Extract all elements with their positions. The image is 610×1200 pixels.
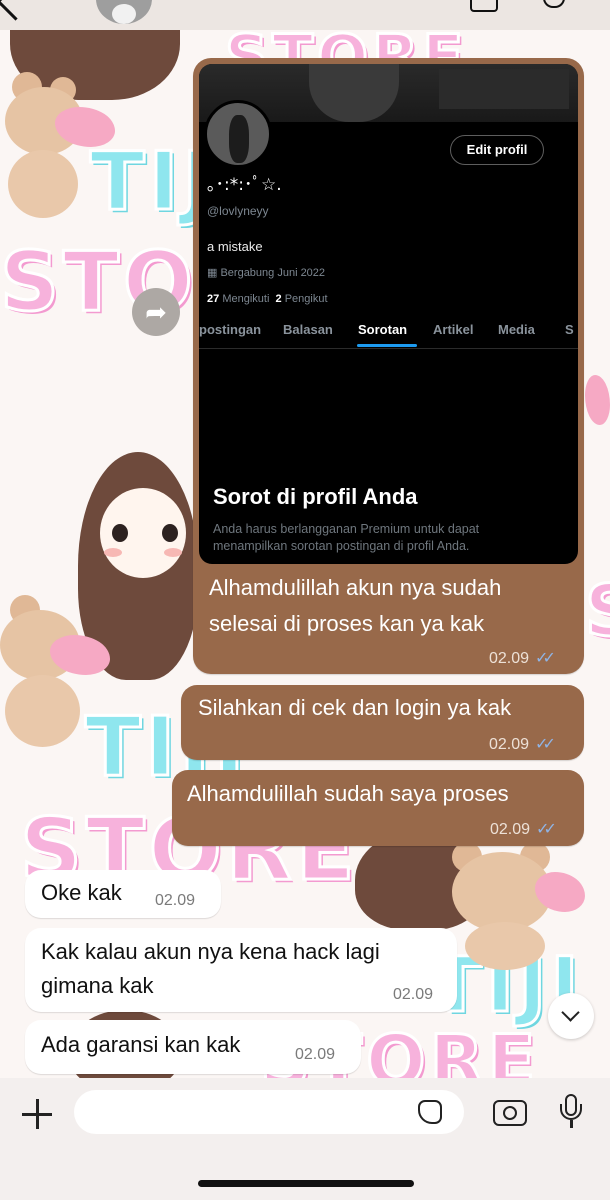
message-meta: 02.09 ✓✓ [490, 819, 557, 839]
read-receipt-icon: ✓✓ [535, 650, 556, 667]
tab-articles: Artikel [433, 322, 474, 337]
wallpaper-watermark-fragment: S [583, 569, 610, 654]
chat-header [0, 0, 610, 30]
message-time: 02.09 [155, 892, 196, 909]
tab-posts: postingan [199, 322, 262, 337]
contact-avatar[interactable] [96, 0, 152, 24]
message-text: Ada garansi kan kak [41, 1032, 241, 1057]
message-text: Silahkan di cek dan login ya kak [198, 695, 512, 720]
message-text: Kak kalau akun nya kena hack lagi gimana… [41, 939, 380, 998]
home-indicator [198, 1180, 414, 1187]
followers-label: Pengikut [284, 293, 328, 305]
active-tab-indicator [357, 344, 417, 347]
tab-media: Media [498, 322, 535, 337]
wallpaper-teddy-bear [0, 595, 110, 755]
image-caption: Alhamdulillah akun nya sudah selesai di … [209, 575, 502, 636]
profile-avatar [204, 100, 272, 168]
message-text: Alhamdulillah sudah saya proses [187, 781, 509, 806]
highlight-title: Sorot di profil Anda [213, 484, 418, 509]
plus-icon[interactable] [20, 1097, 54, 1131]
message-composer [0, 1078, 610, 1200]
wallpaper-character-blush [104, 548, 122, 557]
tab-more: S [565, 322, 574, 337]
message-text: Oke kak [41, 880, 122, 905]
profile-display-name: ｡･:*:･ﾟ☆. [207, 175, 282, 195]
profile-tabs: postingan Balasan Sorotan Artikel Media … [199, 316, 578, 349]
edit-profile-button: Edit profil [450, 135, 544, 165]
wallpaper-teddy-bear [585, 365, 610, 475]
message-time: 02.09 [490, 821, 531, 838]
message-time: 02.09 [393, 986, 434, 1003]
profile-bio: a mistake [207, 239, 263, 254]
back-icon[interactable] [0, 0, 35, 21]
camera-icon[interactable] [493, 1100, 527, 1126]
following-count: 27 [207, 293, 220, 305]
image-message-bubble[interactable]: Edit profil ｡･:*:･ﾟ☆. @lovlyneyy a mista… [193, 58, 584, 674]
message-input[interactable] [74, 1090, 464, 1134]
message-meta: 02.09 ✓✓ [489, 734, 556, 754]
following-label: Mengikuti [222, 293, 270, 305]
wallpaper-teddy-bear [0, 72, 115, 222]
profile-follow-stats: 27 Mengikuti 2 Pengikut [207, 293, 328, 305]
tab-replies: Balasan [283, 322, 333, 337]
incoming-message[interactable]: Kak kalau akun nya kena hack lagi gimana… [25, 928, 457, 1012]
microphone-icon[interactable] [560, 1094, 584, 1132]
joined-text: Bergabung Juni 2022 [220, 267, 326, 279]
wallpaper-teddy-bear [450, 842, 590, 972]
message-time: 02.09 [489, 650, 530, 667]
read-receipt-icon: ✓✓ [536, 821, 557, 838]
read-receipt-icon: ✓✓ [535, 736, 556, 753]
followers-count: 2 [275, 293, 282, 305]
profile-screenshot-image[interactable]: Edit profil ｡･:*:･ﾟ☆. @lovlyneyy a mista… [199, 64, 578, 564]
wallpaper-character-eye [112, 524, 128, 542]
wallpaper-character-blush [164, 548, 182, 557]
tab-highlights: Sorotan [358, 322, 408, 337]
video-call-icon[interactable] [470, 0, 498, 12]
incoming-message[interactable]: Ada garansi kan kak 02.09 [25, 1020, 361, 1074]
voice-call-icon[interactable] [543, 0, 565, 8]
calendar-icon: ▦ [207, 267, 221, 279]
wallpaper-character-eye [162, 524, 178, 542]
highlight-subtitle: Anda harus berlangganan Premium untuk da… [213, 522, 480, 553]
outgoing-message[interactable]: Silahkan di cek dan login ya kak 02.09 ✓✓ [181, 685, 584, 760]
message-meta: 02.09 ✓✓ [489, 648, 556, 668]
profile-handle: @lovlyneyy [207, 204, 269, 218]
profile-joined: ▦ Bergabung Juni 2022 [207, 266, 325, 279]
message-time: 02.09 [295, 1046, 336, 1063]
forward-icon[interactable]: ➦ [132, 288, 180, 336]
outgoing-message[interactable]: Alhamdulillah sudah saya proses 02.09 ✓✓ [172, 770, 584, 846]
scroll-to-bottom-button[interactable] [548, 993, 594, 1039]
incoming-message[interactable]: Oke kak 02.09 [25, 870, 221, 918]
message-time: 02.09 [489, 736, 530, 753]
